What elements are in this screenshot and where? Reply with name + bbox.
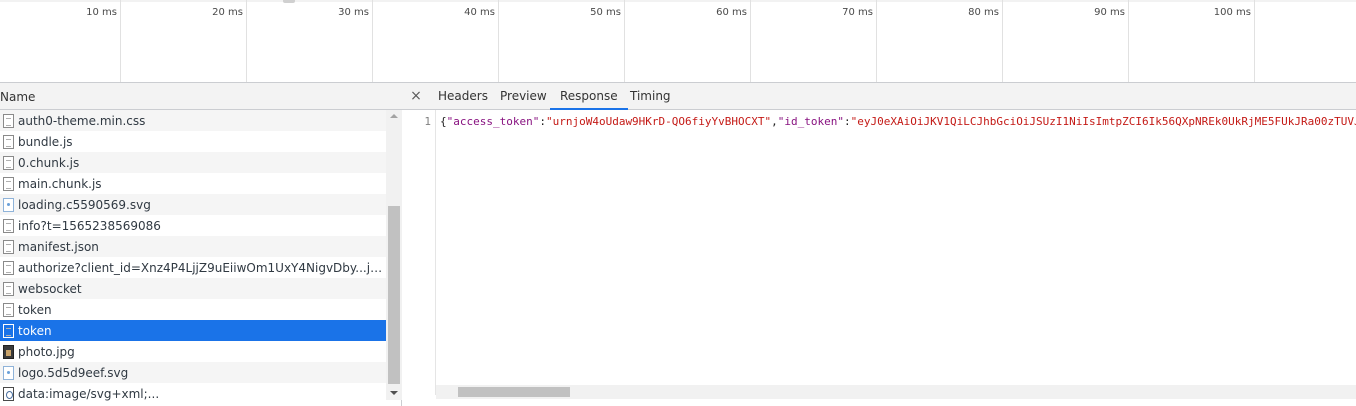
- json-key-access-token: "access_token": [446, 115, 540, 128]
- json-value-access-token: "urnjoW4oUdaw9HKrD-QO6fiyYvBHOCXT": [545, 115, 772, 128]
- document-icon: [3, 134, 14, 149]
- document-icon: [3, 218, 14, 233]
- request-list-header[interactable]: Name: [0, 83, 402, 110]
- request-name: 0.chunk.js: [18, 155, 80, 170]
- request-name: data:image/svg+xml;...: [18, 386, 160, 401]
- request-row[interactable]: data:image/svg+xml;...: [0, 383, 386, 404]
- json-colon: :: [844, 115, 851, 128]
- request-name: bundle.js: [18, 134, 73, 149]
- json-colon: :: [539, 115, 546, 128]
- document-icon: [3, 302, 14, 317]
- response-body-line[interactable]: {"access_token":"urnjoW4oUdaw9HKrD-QO6fi…: [440, 115, 1356, 128]
- request-row[interactable]: manifest.json: [0, 236, 386, 257]
- document-icon: [3, 239, 14, 254]
- request-name: info?t=1565238569086: [18, 218, 161, 233]
- document-icon: [3, 260, 14, 275]
- timeline-tick: 11: [0, 0, 1356, 82]
- request-row[interactable]: auth0-theme.min.css: [0, 110, 386, 131]
- request-row[interactable]: loading.c5590569.svg: [0, 194, 386, 215]
- request-row[interactable]: 0.chunk.js: [0, 152, 386, 173]
- svg-file-icon: [3, 365, 14, 380]
- request-name: token: [18, 323, 52, 338]
- close-icon[interactable]: ×: [408, 87, 424, 105]
- request-row[interactable]: logo.5d5d9eef.svg: [0, 362, 386, 383]
- request-row[interactable]: token: [0, 299, 386, 320]
- tab-timing[interactable]: Timing: [620, 83, 681, 110]
- json-value-id-token: "eyJ0eXAiOiJKV1QiLCJhbGciOiJSUzI1NiIsImt…: [850, 115, 1356, 128]
- request-row[interactable]: token: [0, 320, 386, 341]
- request-list: auth0-theme.min.css bundle.js 0.chunk.js ma…: [0, 110, 386, 404]
- request-name: authorize?client_id=Xnz4P4LjjZ9uEiiwOm1U…: [18, 260, 386, 275]
- request-row[interactable]: authorize?client_id=Xnz4P4LjjZ9uEiiwOm1U…: [0, 257, 386, 278]
- horizontal-scrollbar-thumb[interactable]: [458, 387, 570, 397]
- svg-file-icon: [3, 197, 14, 212]
- request-name: photo.jpg: [18, 344, 75, 359]
- json-key-id-token: "id_token": [777, 115, 844, 128]
- request-name: auth0-theme.min.css: [18, 113, 146, 128]
- request-list-scrollbar[interactable]: [386, 110, 402, 400]
- json-brace: {: [440, 115, 447, 128]
- document-icon: [3, 113, 14, 128]
- request-name: token: [18, 302, 52, 317]
- scroll-down-arrow-icon[interactable]: [390, 391, 398, 395]
- scroll-up-arrow-icon[interactable]: [390, 114, 398, 118]
- name-column-header[interactable]: Name: [0, 90, 35, 104]
- line-number-gutter: 1: [402, 110, 436, 395]
- data-image-icon: [3, 386, 14, 401]
- document-icon: [3, 176, 14, 191]
- request-list-panel: Name auth0-theme.min.css bundle.js 0.chunk…: [0, 83, 402, 406]
- line-number: 1: [424, 115, 431, 128]
- response-horizontal-scrollbar[interactable]: [436, 385, 1356, 399]
- request-row[interactable]: websocket: [0, 278, 386, 299]
- tab-response[interactable]: Response: [550, 83, 628, 110]
- request-name: main.chunk.js: [18, 176, 102, 191]
- tab-headers[interactable]: Headers: [428, 83, 498, 110]
- request-row[interactable]: bundle.js: [0, 131, 386, 152]
- request-row[interactable]: main.chunk.js: [0, 173, 386, 194]
- request-row[interactable]: photo.jpg: [0, 341, 386, 362]
- request-name: loading.c5590569.svg: [18, 197, 151, 212]
- document-icon: [3, 281, 14, 296]
- request-name: manifest.json: [18, 239, 99, 254]
- network-overview-timeline[interactable]: 10 ms 20 ms 30 ms 40 ms 50 ms 60 ms 70 ms 80 ms…: [0, 0, 1356, 83]
- request-row[interactable]: info?t=1565238569086: [0, 215, 386, 236]
- document-icon: [3, 155, 14, 170]
- image-file-icon: [3, 344, 14, 359]
- request-name: websocket: [18, 281, 82, 296]
- request-details-panel: × Headers Preview Response Timing 1 {"ac…: [402, 83, 1356, 406]
- request-name: logo.5d5d9eef.svg: [18, 365, 129, 380]
- details-tab-bar: × Headers Preview Response Timing: [402, 83, 1356, 110]
- json-comma: ,: [771, 115, 778, 128]
- tab-preview[interactable]: Preview: [490, 83, 557, 110]
- response-viewer[interactable]: 1 {"access_token":"urnjoW4oUdaw9HKrD-QO6…: [402, 110, 1356, 406]
- document-icon: [3, 323, 14, 338]
- scrollbar-thumb[interactable]: [388, 206, 400, 384]
